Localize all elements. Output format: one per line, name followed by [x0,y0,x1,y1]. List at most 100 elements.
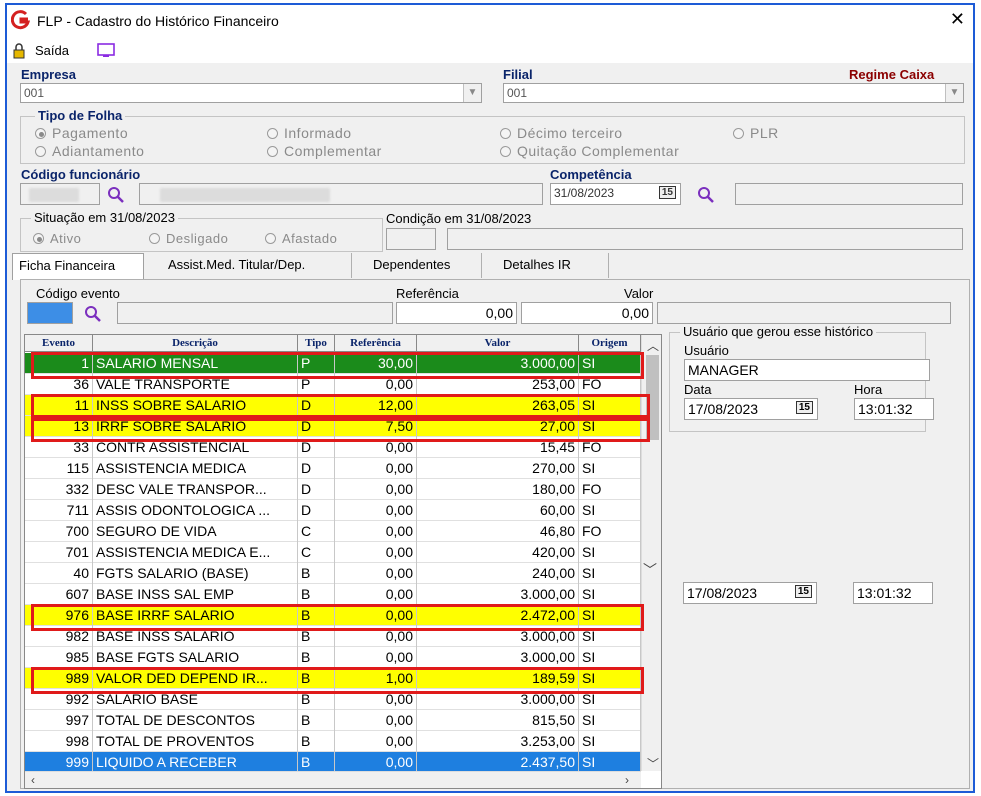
cell-descricao: FGTS SALARIO (BASE) [93,563,298,584]
table-row[interactable]: 711 ASSIS ODONTOLOGICA ... D 0,00 60,00 SI [25,500,641,521]
title-bar: FLP - Cadastro do Histórico Financeiro ✕ [7,5,973,37]
table-row[interactable]: 40 FGTS SALARIO (BASE) B 0,00 240,00 SI [25,563,641,584]
close-icon[interactable]: ✕ [950,9,965,30]
cell-tipo: B [298,647,335,668]
radio-desligado[interactable]: Desligado [149,231,228,246]
calendar-icon[interactable]: 15 [658,186,676,199]
referencia-label: Referência [396,286,459,301]
table-row[interactable]: 997 TOTAL DE DESCONTOS B 0,00 815,50 SI [25,710,641,731]
cell-valor: 270,00 [417,458,579,479]
app-logo-icon [11,10,31,30]
funcionario-code-input[interactable] [20,183,100,205]
radio-pagamento[interactable]: Pagamento [35,125,128,141]
tab-detalhes-ir[interactable]: Detalhes IR [497,253,609,278]
cell-evento: 998 [25,731,93,752]
monitor-icon[interactable] [97,42,115,58]
cell-origem: SI [579,458,641,479]
scroll-down-icon[interactable]: ﹀ [647,755,659,772]
data-input-2[interactable]: 17/08/2023 15 [683,582,817,604]
cell-descricao: LIQUIDO A RECEBER [93,752,298,773]
col-evento-header[interactable]: Evento [25,335,93,352]
search-icon[interactable] [84,305,102,323]
lock-icon [13,43,25,59]
cell-referencia: 0,00 [335,500,417,521]
radio-adiantamento[interactable]: Adiantamento [35,143,144,159]
referencia-input[interactable]: 0,00 [396,302,517,324]
empresa-label: Empresa [21,67,76,82]
col-referencia-header[interactable]: Referência [335,335,417,352]
cell-descricao: ASSISTENCIA MEDICA E... [93,542,298,563]
cell-descricao: TOTAL DE DESCONTOS [93,710,298,731]
table-row[interactable]: 115 ASSISTENCIA MEDICA D 0,00 270,00 SI [25,458,641,479]
cell-valor: 60,00 [417,500,579,521]
search-icon[interactable] [107,186,125,204]
cell-valor: 815,50 [417,710,579,731]
table-row[interactable]: 998 TOTAL DE PROVENTOS B 0,00 3.253,00 SI [25,731,641,752]
codigo-evento-input[interactable] [27,302,73,324]
radio-decimo-terceiro[interactable]: Décimo terceiro [500,125,623,141]
situacao-group: Situação em 31/08/2023 Ativo Desligado A… [20,210,383,252]
col-descricao-header[interactable]: Descrição [93,335,298,352]
calendar-icon[interactable]: 15 [794,585,812,598]
red-annotation-box [31,415,650,442]
radio-informado[interactable]: Informado [267,125,352,141]
usuario-input[interactable]: MANAGER [684,359,930,381]
usuario-historico-legend: Usuário que gerou esse histórico [680,324,877,339]
cell-valor: 46,80 [417,521,579,542]
tipo-folha-legend: Tipo de Folha [35,108,126,123]
cell-evento: 332 [25,479,93,500]
grid-horizontal-scrollbar[interactable]: ‹ › [25,771,641,788]
hora-input-2[interactable]: 13:01:32 [853,582,933,604]
calendar-icon[interactable]: 15 [795,401,813,414]
scroll-left-icon[interactable]: ‹ [31,773,35,787]
red-annotation-box [31,604,644,631]
cell-referencia: 0,00 [335,542,417,563]
data-input[interactable]: 17/08/2023 15 [684,398,818,420]
empresa-select[interactable]: 001 ▼ [20,83,482,103]
filial-select[interactable]: 001 ▼ [503,83,964,103]
valor-input[interactable]: 0,00 [521,302,653,324]
radio-quitacao-complementar[interactable]: Quitação Complementar [500,143,679,159]
cell-origem: SI [579,710,641,731]
tab-dependentes[interactable]: Dependentes [367,253,482,278]
radio-ativo[interactable]: Ativo [33,231,81,246]
table-row[interactable]: 332 DESC VALE TRANSPOR... D 0,00 180,00 FO [25,479,641,500]
exit-button[interactable]: Saída [35,43,69,58]
cell-tipo: C [298,521,335,542]
radio-plr[interactable]: PLR [733,125,779,141]
search-icon[interactable] [697,186,715,204]
cell-referencia: 0,00 [335,521,417,542]
chevron-down-icon[interactable]: ▼ [463,84,481,102]
chevron-down-icon[interactable]: ▼ [945,84,963,102]
scroll-up-icon[interactable]: ︿ [647,337,659,354]
cell-tipo: B [298,563,335,584]
cell-referencia: 0,00 [335,752,417,773]
cell-referencia: 0,00 [335,479,417,500]
tab-assist-med[interactable]: Assist.Med. Titular/Dep. [162,253,352,278]
scroll-right-icon[interactable]: › [625,773,629,787]
competencia-date-input[interactable]: 31/08/2023 15 [550,183,681,205]
cell-tipo: B [298,710,335,731]
col-valor-header[interactable]: Valor [417,335,579,352]
hora-input[interactable]: 13:01:32 [854,398,934,420]
funcionario-name-input [139,183,543,205]
table-row[interactable]: 985 BASE FGTS SALARIO B 0,00 3.000,00 SI [25,647,641,668]
condicao-code-input[interactable] [386,228,436,250]
cell-valor: 2.437,50 [417,752,579,773]
hora-label: Hora [854,382,883,397]
tab-ficha-financeira[interactable]: Ficha Financeira [12,253,144,280]
cell-origem: SI [579,584,641,605]
table-row[interactable]: 700 SEGURO DE VIDA C 0,00 46,80 FO [25,521,641,542]
table-row[interactable]: 607 BASE INSS SAL EMP B 0,00 3.000,00 SI [25,584,641,605]
radio-afastado[interactable]: Afastado [265,231,337,246]
col-origem-header[interactable]: Origem [579,335,641,352]
filial-label: Filial [503,67,533,82]
valor-extra-input [657,302,951,324]
table-row[interactable]: 701 ASSISTENCIA MEDICA E... C 0,00 420,00 SI [25,542,641,563]
chevron-down-icon[interactable]: ﹀ [643,560,657,580]
col-tipo-header[interactable]: Tipo [298,335,335,352]
radio-complementar[interactable]: Complementar [267,143,382,159]
cell-descricao: BASE INSS SAL EMP [93,584,298,605]
table-row[interactable]: 999 LIQUIDO A RECEBER B 0,00 2.437,50 SI [25,752,641,773]
cell-evento: 40 [25,563,93,584]
